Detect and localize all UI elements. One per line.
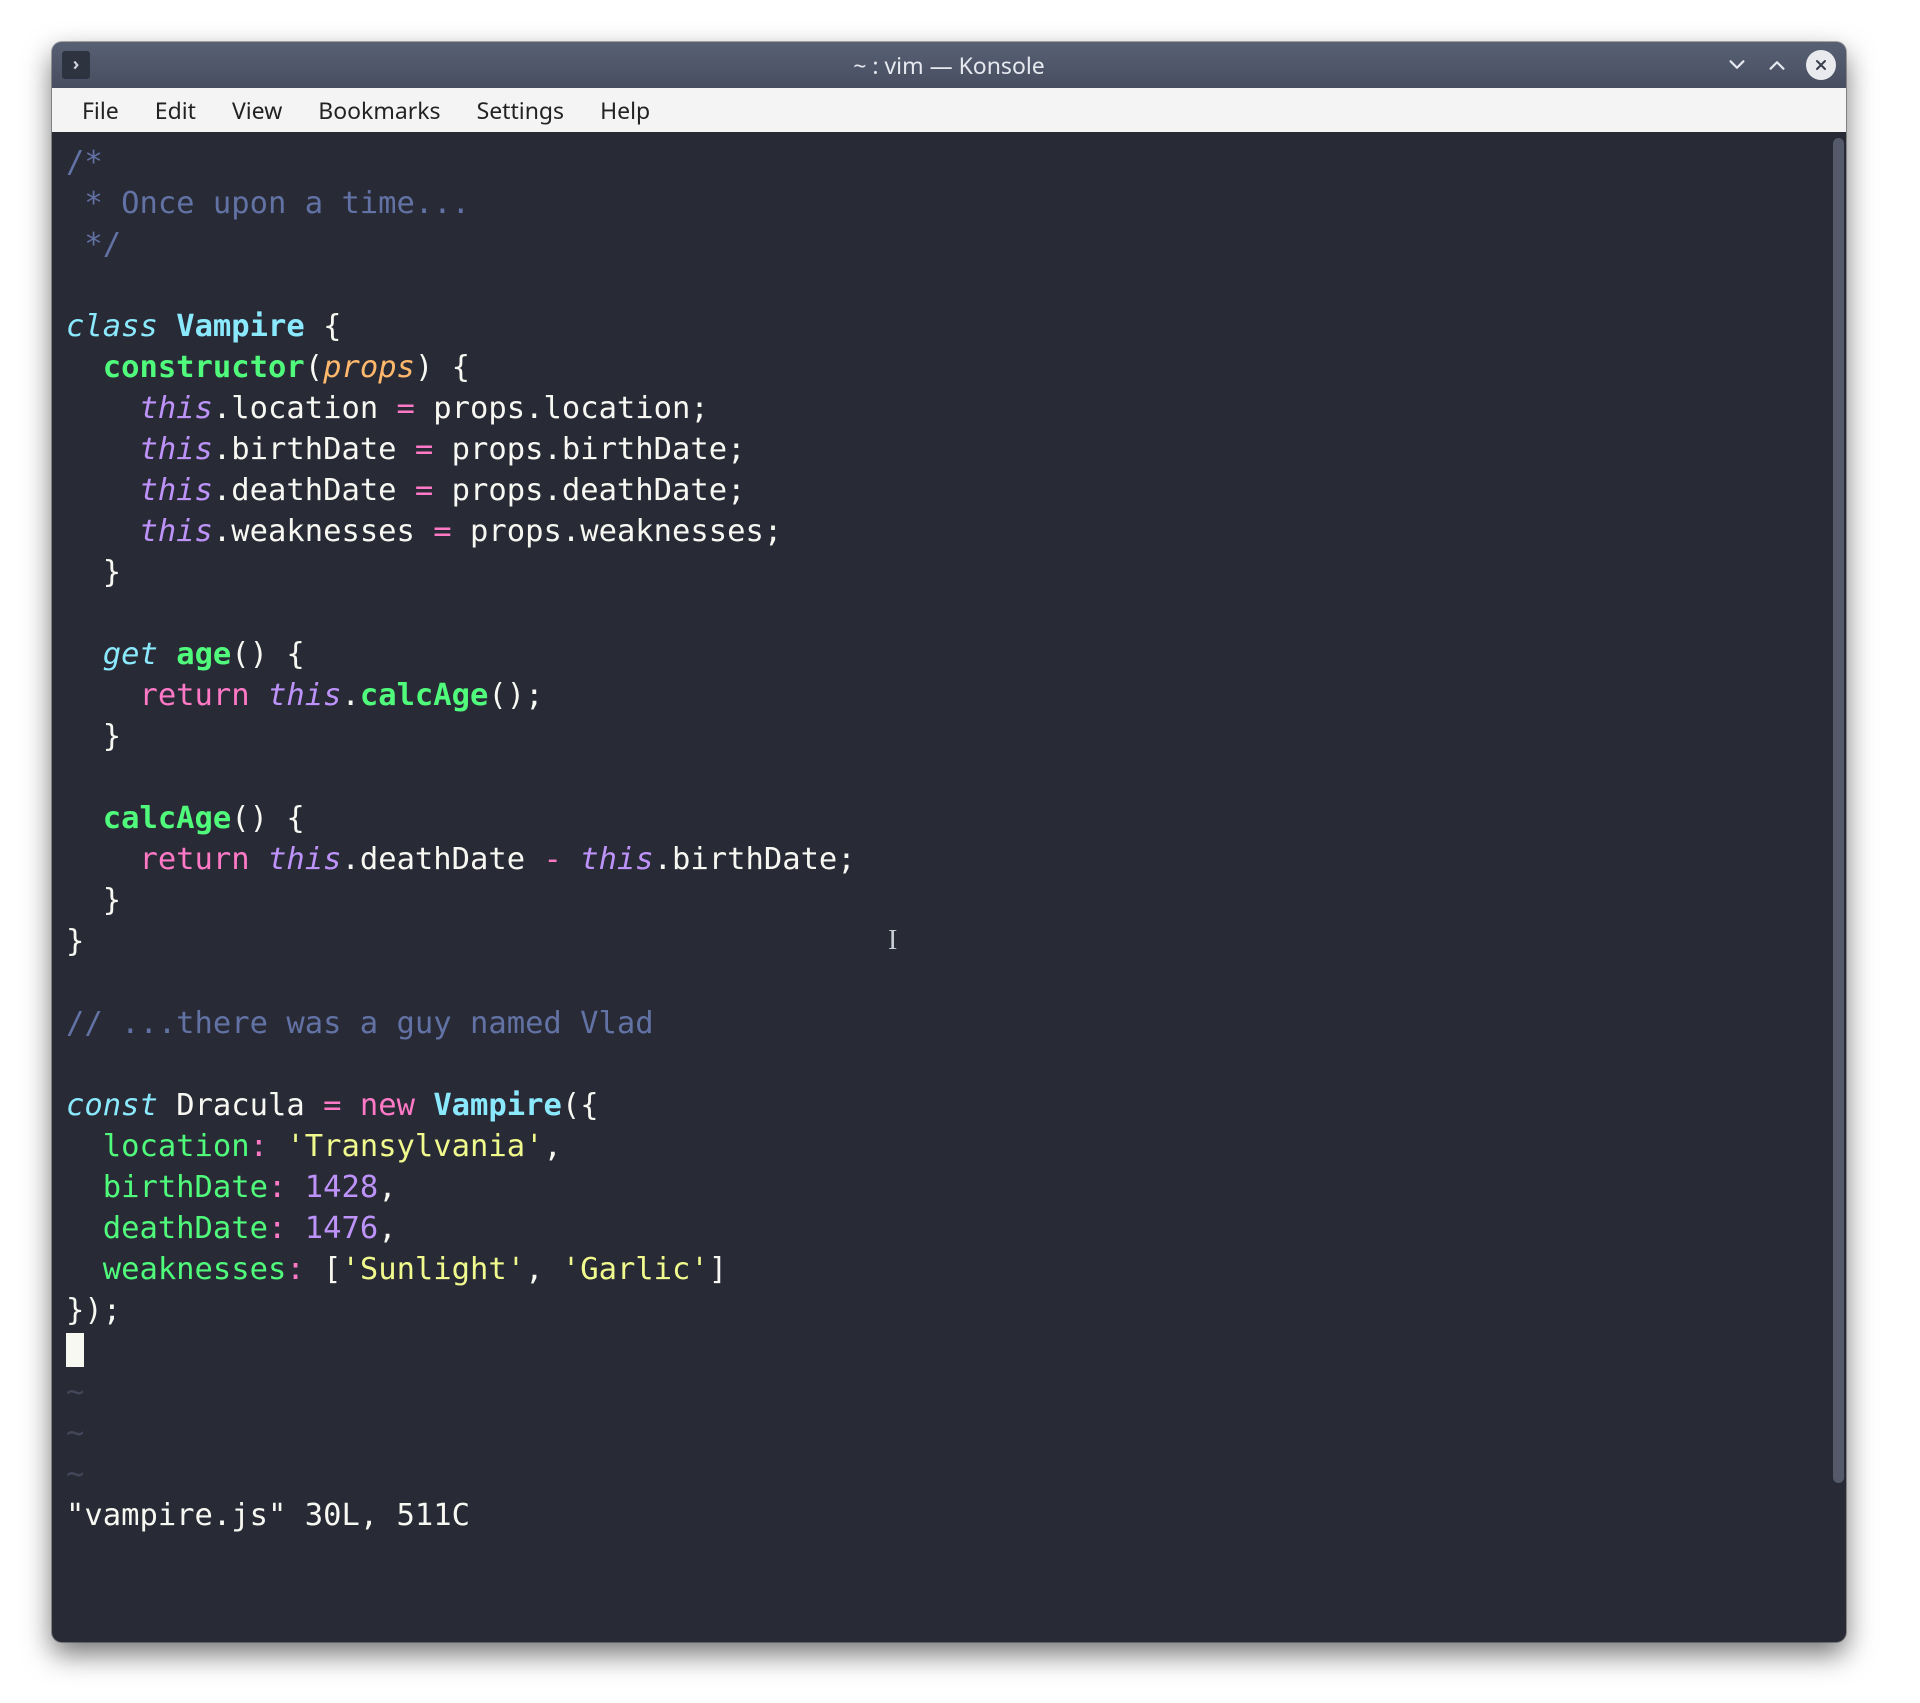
chevron-down-icon (1726, 54, 1748, 76)
terminal-area[interactable]: /* * Once upon a time... */ class Vampir… (52, 132, 1846, 1642)
maximize-button[interactable] (1766, 54, 1788, 76)
minimize-button[interactable] (1726, 54, 1748, 76)
code-punct: { (305, 309, 342, 344)
code-keyword: class (66, 309, 158, 344)
code-punct: ( (305, 350, 323, 385)
menu-edit[interactable]: Edit (137, 88, 214, 132)
scrollbar-thumb[interactable] (1833, 138, 1844, 1483)
close-icon (1813, 57, 1829, 73)
chevron-up-icon (1766, 54, 1788, 76)
vim-status-line: "vampire.js" 30L, 511C (66, 1498, 470, 1533)
window-title: ~ : vim — Konsole (52, 49, 1846, 81)
code-comment: /* (66, 145, 103, 180)
vim-tilde: ~ (66, 1375, 84, 1410)
menu-bookmarks[interactable]: Bookmarks (300, 88, 458, 132)
ibeam-cursor-icon: I (888, 920, 897, 961)
code-classname: Vampire (176, 309, 305, 344)
window-controls (1726, 50, 1836, 80)
code-this: this (139, 391, 212, 426)
code-punct: ) (415, 350, 433, 385)
menu-help[interactable]: Help (582, 88, 668, 132)
close-button[interactable] (1806, 50, 1836, 80)
vim-tilde: ~ (66, 1416, 84, 1451)
code-func: constructor (103, 350, 305, 385)
konsole-window: › ~ : vim — Konsole File Edit View Bookm… (52, 42, 1846, 1642)
code-arg: props (323, 350, 415, 385)
menu-file[interactable]: File (64, 88, 137, 132)
scrollbar[interactable] (1831, 132, 1846, 1642)
menu-settings[interactable]: Settings (459, 88, 583, 132)
code-comment: */ (66, 227, 121, 262)
chevron-right-icon: › (73, 55, 80, 73)
code-comment: * Once upon a time... (66, 186, 470, 221)
titlebar[interactable]: › ~ : vim — Konsole (52, 42, 1846, 88)
vim-tilde: ~ (66, 1457, 84, 1492)
menubar: File Edit View Bookmarks Settings Help (52, 88, 1846, 132)
editor-content[interactable]: /* * Once upon a time... */ class Vampir… (52, 132, 1831, 1642)
menu-view[interactable]: View (214, 88, 300, 132)
app-menu-icon[interactable]: › (62, 51, 90, 79)
code-punct: { (433, 350, 470, 385)
vim-cursor (66, 1333, 84, 1367)
code-line-comment: // ...there was a guy named Vlad (66, 1006, 654, 1041)
